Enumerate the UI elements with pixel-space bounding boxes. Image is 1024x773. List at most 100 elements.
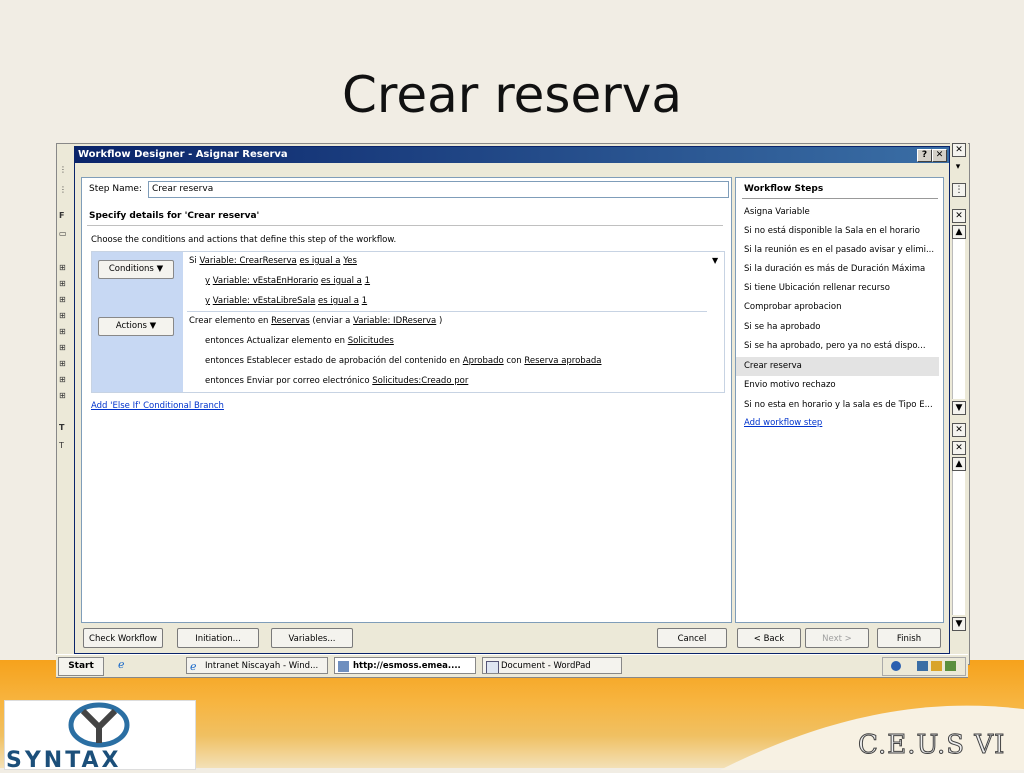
action-text: con	[503, 356, 525, 366]
internet-explorer-icon[interactable]: ℯ	[118, 658, 125, 671]
taskbar-task-label: Intranet Niscayah - Wind...	[205, 661, 319, 671]
action-link[interactable]: Solicitudes:Creado por	[372, 376, 468, 386]
instructions-text: Choose the conditions and actions that d…	[91, 235, 397, 245]
taskbar-task[interactable]: Document - WordPad	[482, 657, 622, 674]
slide-title: Crear reserva	[341, 66, 683, 124]
cancel-button[interactable]: Cancel	[657, 628, 727, 648]
workflow-step-item[interactable]: Si no esta en horario y la sala es de Ti…	[736, 396, 939, 415]
rules-box: Conditions ▼ Actions ▼ ▼ Si Variable: Cr…	[91, 251, 725, 393]
monitor-icon[interactable]	[945, 661, 956, 671]
action-link[interactable]: Reserva aprobada	[524, 356, 601, 366]
variables-button[interactable]: Variables...	[271, 628, 353, 648]
condition-operator-link[interactable]: es igual a	[321, 276, 362, 286]
workflow-step-item[interactable]: Si se ha aprobado, pero ya no está dispo…	[736, 337, 939, 356]
action-text: (enviar a	[309, 316, 354, 326]
workflow-step-item[interactable]: Asigna Variable	[736, 203, 939, 222]
close-icon[interactable]: ✕	[952, 441, 966, 455]
back-button[interactable]: < Back	[737, 628, 801, 648]
action-row: Crear elemento en Reservas (enviar a Var…	[189, 316, 442, 326]
rules-button-column: Conditions ▼ Actions ▼	[92, 252, 183, 392]
security-icon[interactable]	[931, 661, 942, 671]
action-text: entonces Enviar por correo electrónico	[205, 376, 373, 386]
action-link[interactable]: Aprobado	[463, 356, 504, 366]
taskbar-task-label: http://esmoss.emea....	[353, 661, 461, 671]
check-workflow-button[interactable]: Check Workflow	[83, 628, 163, 648]
condition-conjunction-link[interactable]: y	[205, 276, 210, 286]
condition-variable-link[interactable]: Variable: CrearReserva	[199, 256, 296, 266]
network-icon[interactable]	[917, 661, 928, 671]
taskbar-task-label: Document - WordPad	[501, 661, 591, 671]
action-link[interactable]: Reservas	[271, 316, 310, 326]
system-tray	[882, 657, 966, 676]
action-text: Crear elemento en	[189, 316, 272, 326]
close-icon[interactable]: ✕	[952, 209, 966, 223]
wordpad-icon	[486, 661, 499, 673]
internet-explorer-icon: ℯ	[190, 660, 197, 673]
chevron-down-icon[interactable]: ▾	[952, 161, 964, 173]
background-right-column: ✕ ▾ ⋮ ✕ ▲ ▼ ✕ ✕ ▲ ▼	[950, 143, 968, 633]
divider	[87, 225, 723, 226]
divider	[742, 198, 938, 199]
add-workflow-step-link[interactable]: Add workflow step	[744, 418, 822, 428]
close-button[interactable]: ✕	[932, 149, 947, 162]
scroll-up-icon[interactable]: ▲	[952, 457, 966, 471]
scroll-down-icon[interactable]: ▼	[952, 617, 966, 631]
dialog-title: Workflow Designer - Asignar Reserva	[78, 149, 288, 160]
taskbar: Start ℯ ℯ Intranet Niscayah - Wind... ht…	[56, 654, 968, 678]
workflow-step-item[interactable]: Comprobar aprobacion	[736, 298, 939, 317]
condition-conjunction-link[interactable]: y	[205, 296, 210, 306]
condition-value-link[interactable]: 1	[362, 296, 367, 306]
scrollbar-track[interactable]	[952, 471, 965, 615]
scrollbar-track[interactable]	[952, 239, 965, 399]
start-button[interactable]: Start	[58, 657, 104, 676]
condition-value-link[interactable]: Yes	[343, 256, 357, 266]
close-icon[interactable]: ✕	[952, 423, 966, 437]
condition-variable-link[interactable]: Variable: vEstaEnHorario	[213, 276, 318, 286]
help-icon[interactable]	[891, 661, 901, 671]
divider	[187, 311, 707, 312]
help-button[interactable]: ?	[917, 149, 932, 162]
condition-value-link[interactable]: 1	[365, 276, 370, 286]
workflow-step-item[interactable]: Si tiene Ubicación rellenar recurso	[736, 279, 939, 298]
action-text: entonces Actualizar elemento en	[205, 336, 348, 346]
condition-variable-link[interactable]: Variable: vEstaLibreSala	[213, 296, 316, 306]
actions-button[interactable]: Actions ▼	[98, 317, 174, 336]
scroll-grip-icon[interactable]: ⋮	[952, 183, 966, 197]
action-row: entonces Establecer estado de aprobación…	[205, 356, 602, 366]
scroll-up-icon[interactable]: ▲	[952, 225, 966, 239]
action-row: entonces Enviar por correo electrónico S…	[205, 376, 468, 386]
close-icon[interactable]: ✕	[952, 143, 966, 157]
workflow-step-item[interactable]: Si no está disponible la Sala en el hora…	[736, 222, 939, 241]
condition-operator-link[interactable]: es igual a	[299, 256, 340, 266]
browser-window-icon	[338, 661, 349, 672]
condition-prefix: Si	[189, 256, 200, 266]
add-else-if-branch-link[interactable]: Add 'Else If' Conditional Branch	[91, 401, 224, 411]
syntax-logo-emblem	[68, 702, 130, 748]
chevron-down-icon[interactable]: ▼	[712, 256, 718, 265]
workflow-step-item[interactable]: Si la duración es más de Duración Máxima	[736, 260, 939, 279]
scroll-down-icon[interactable]: ▼	[952, 401, 966, 415]
initiation-button[interactable]: Initiation...	[177, 628, 259, 648]
finish-button[interactable]: Finish	[877, 628, 941, 648]
taskbar-task-active[interactable]: http://esmoss.emea....	[334, 657, 476, 674]
action-link[interactable]: Variable: IDReserva	[353, 316, 436, 326]
step-name-label: Step Name:	[89, 184, 142, 194]
step-name-input[interactable]	[148, 181, 729, 198]
condition-operator-link[interactable]: es igual a	[318, 296, 359, 306]
action-link[interactable]: Solicitudes	[348, 336, 394, 346]
workflow-designer-dialog: Workflow Designer - Asignar Reserva ? ✕ …	[74, 146, 950, 654]
workflow-step-item[interactable]: Si la reunión es en el pasado avisar y e…	[736, 241, 939, 260]
dialog-titlebar[interactable]: Workflow Designer - Asignar Reserva ? ✕	[75, 147, 949, 163]
taskbar-task[interactable]: ℯ Intranet Niscayah - Wind...	[186, 657, 328, 674]
action-text: )	[436, 316, 443, 326]
syntax-logo-text: SYNTAX	[6, 748, 122, 773]
conditions-button[interactable]: Conditions ▼	[98, 260, 174, 279]
condition-row: Si Variable: CrearReserva es igual a Yes	[189, 256, 357, 266]
action-text: entonces Establecer estado de aprobación…	[205, 356, 463, 366]
next-button[interactable]: Next >	[805, 628, 869, 648]
workflow-step-item-selected[interactable]: Crear reserva	[736, 357, 939, 376]
section-heading: Specify details for 'Crear reserva'	[89, 211, 260, 221]
condition-row: y Variable: vEstaLibreSala es igual a 1	[205, 296, 367, 306]
workflow-step-item[interactable]: Si se ha aprobado	[736, 318, 939, 337]
workflow-step-item[interactable]: Envio motivo rechazo	[736, 376, 939, 395]
